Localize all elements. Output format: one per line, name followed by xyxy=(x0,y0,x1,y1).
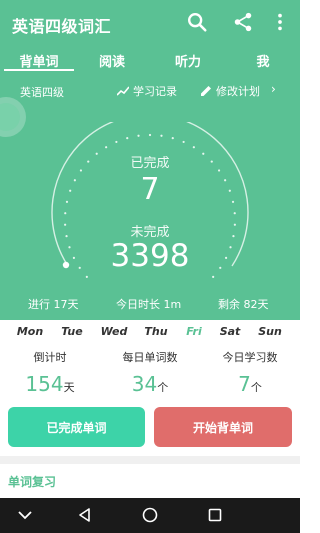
word-book-name: 英语四级 xyxy=(20,86,64,99)
done-count: 7 xyxy=(140,172,160,207)
share-icon[interactable] xyxy=(232,11,254,33)
daily-words-value: 34个 xyxy=(100,372,200,396)
week-row: Mon Tue Wed Thu Fri Sat Sun xyxy=(0,325,300,339)
search-icon[interactable] xyxy=(186,11,208,33)
daily-words-number: 34 xyxy=(131,372,158,396)
gauge-dot xyxy=(192,146,195,149)
home-circle-icon[interactable] xyxy=(141,506,159,524)
study-record-label: 学习记录 xyxy=(133,85,177,98)
day-sun: Sun xyxy=(258,325,282,338)
pencil-icon xyxy=(201,86,211,96)
system-nav-bar xyxy=(0,498,300,533)
edit-plan-label: 修改计划 xyxy=(216,85,260,98)
gauge-dot xyxy=(182,140,185,144)
countdown-value: 154天 xyxy=(0,372,100,396)
study-record-link[interactable]: 学习记录 xyxy=(117,83,177,99)
today-learned-number: 7 xyxy=(238,372,251,396)
day-tue: Tue xyxy=(61,325,83,338)
gauge-dot xyxy=(148,133,152,137)
active-tab-indicator xyxy=(4,69,74,71)
today-learned-label: 今日学习数 xyxy=(222,351,278,364)
back-triangle-icon[interactable] xyxy=(76,506,94,524)
gauge-dot xyxy=(105,146,108,149)
word-review-title[interactable]: 单词复习 xyxy=(8,473,56,490)
gauge-dot xyxy=(137,134,140,137)
tab-listening[interactable]: 听力 xyxy=(158,51,218,70)
trend-icon xyxy=(117,86,129,96)
gauge-dot xyxy=(64,212,67,215)
gauge-dot xyxy=(85,275,88,278)
app-screen: 英语四级词汇 背单词 阅读 听力 我 英语四级 学习记录 修改计划 › 已完成 … xyxy=(0,0,300,533)
day-wed: Wed xyxy=(100,325,128,338)
completed-words-button[interactable]: 已完成单词 xyxy=(8,407,145,447)
today-learned-unit: 个 xyxy=(250,381,262,394)
chevron-down-icon[interactable] xyxy=(16,506,34,524)
study-stats-row: 进行 17天 今日时长 1m 剩余 82天 xyxy=(0,296,300,312)
app-title: 英语四级词汇 xyxy=(12,17,112,36)
more-vert-icon[interactable] xyxy=(272,11,288,33)
day-sat: Sat xyxy=(219,325,241,338)
countdown-number: 154 xyxy=(25,372,64,396)
todo-count: 3398 xyxy=(110,238,190,274)
days-remaining: 剩余 82天 xyxy=(218,298,269,311)
tab-reading[interactable]: 阅读 xyxy=(82,51,142,70)
tab-memorize[interactable]: 背单词 xyxy=(4,51,74,70)
chevron-right-icon[interactable]: › xyxy=(271,82,276,96)
start-memorize-button[interactable]: 开始背单词 xyxy=(154,407,292,447)
gauge-dot xyxy=(212,275,215,278)
main-tabs: 背单词 阅读 听力 我 xyxy=(0,46,300,72)
gauge-dot xyxy=(115,140,118,144)
today-duration: 今日时长 1m xyxy=(116,298,182,311)
gauge-dot xyxy=(233,212,236,215)
daily-words-label: 每日单词数 xyxy=(122,351,178,364)
countdown-label: 倒计时 xyxy=(33,351,67,364)
countdown-unit: 天 xyxy=(63,381,75,394)
recents-square-icon[interactable] xyxy=(206,506,224,524)
day-mon: Mon xyxy=(16,325,44,338)
plan-subrow: 英语四级 学习记录 修改计划 › xyxy=(0,80,300,102)
header-panel: 英语四级词汇 背单词 阅读 听力 我 英语四级 学习记录 修改计划 › 已完成 … xyxy=(0,0,300,320)
done-label: 已完成 xyxy=(130,156,170,171)
edit-plan-link[interactable]: 修改计划 xyxy=(200,83,260,99)
gauge-dot xyxy=(160,134,163,137)
daily-words-unit: 个 xyxy=(157,381,169,394)
days-in-progress: 进行 17天 xyxy=(28,298,79,311)
gauge-dot xyxy=(126,137,129,140)
day-fri: Fri xyxy=(186,325,202,338)
tab-me[interactable]: 我 xyxy=(238,51,288,70)
gauge-dot xyxy=(171,137,174,140)
section-divider xyxy=(0,456,300,464)
top-app-bar: 英语四级词汇 xyxy=(0,0,300,46)
today-learned-value: 7个 xyxy=(200,372,300,396)
day-thu: Thu xyxy=(144,325,168,338)
